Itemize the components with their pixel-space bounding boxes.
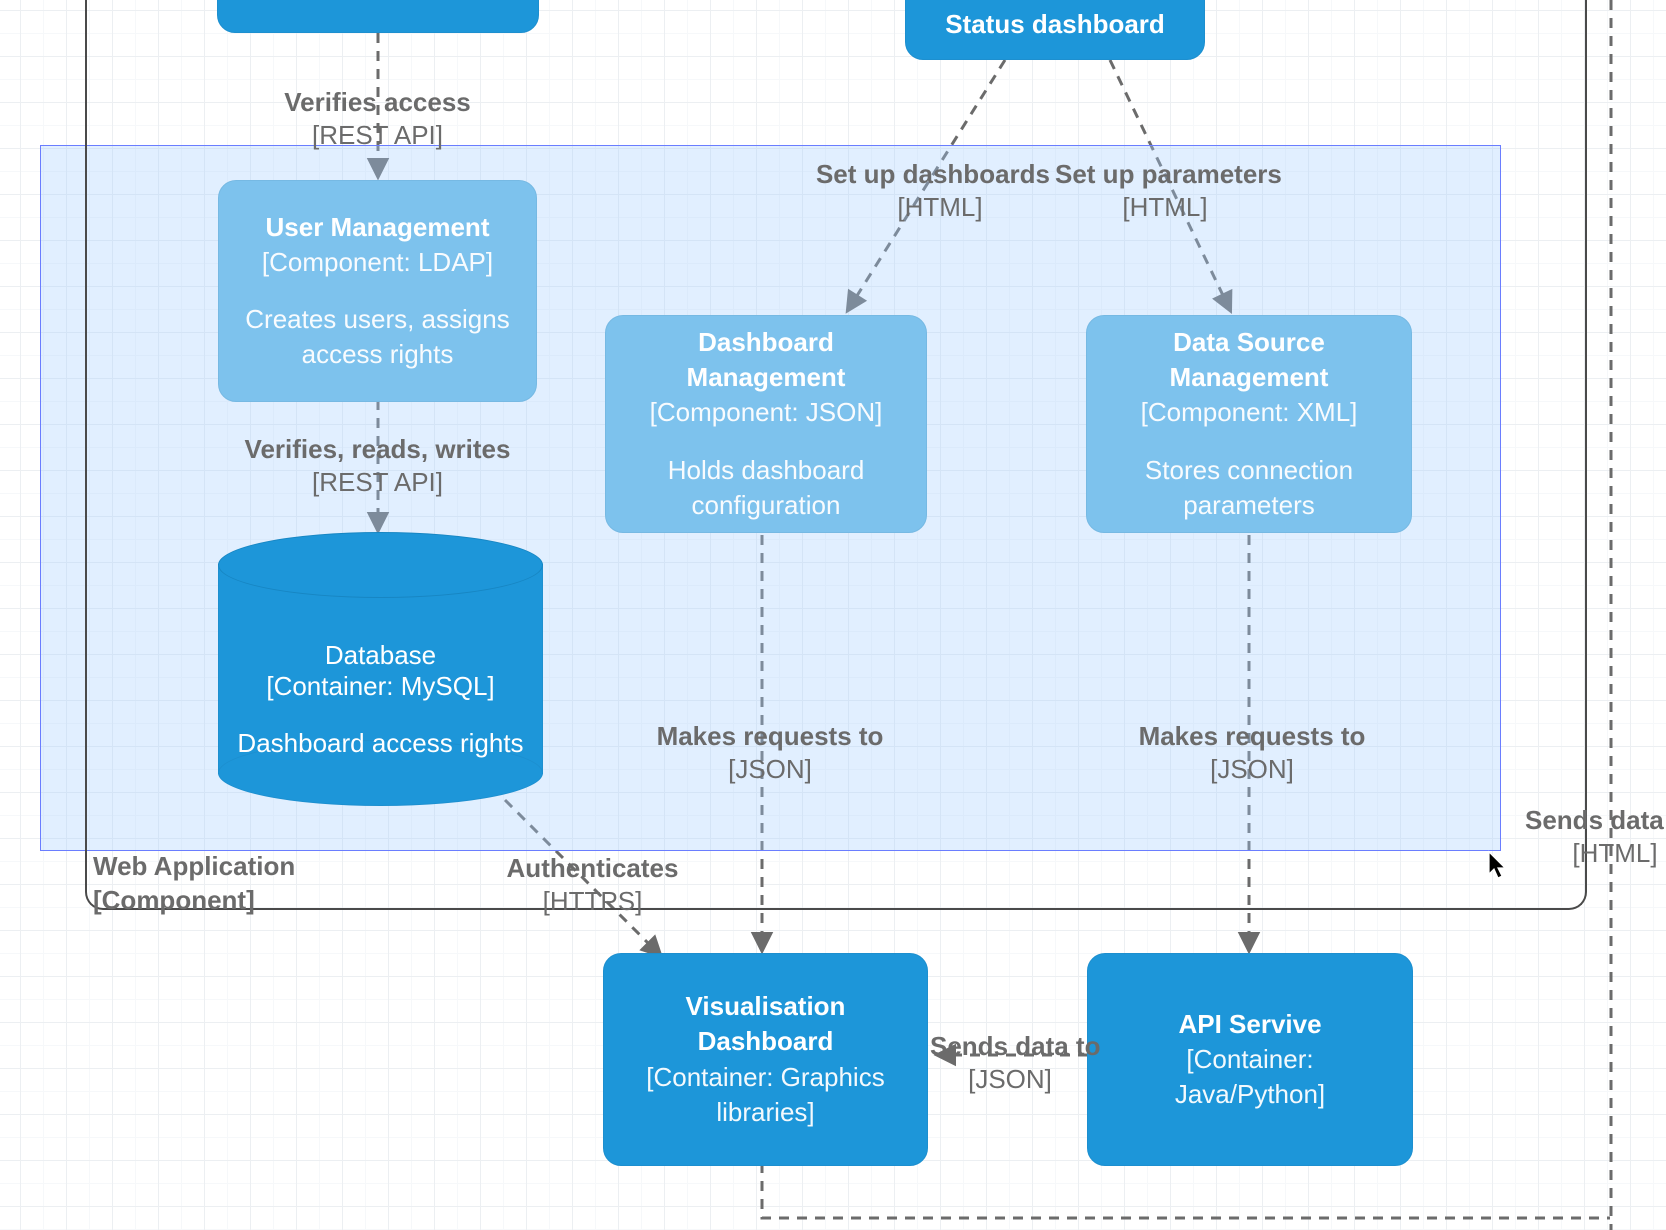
user-mgmt-sub: [Component: LDAP] — [262, 245, 493, 280]
edge-makes-req2-l2: [JSON] — [1112, 753, 1392, 786]
vis-sub2: libraries] — [716, 1095, 814, 1130]
edge-label-makes-req-2: Makes requests to [JSON] — [1112, 720, 1392, 785]
edge-label-sends-data-json: Sends data to [JSON] — [930, 1030, 1090, 1095]
db-sub: [Container: MySQL] — [266, 671, 494, 702]
api-sub: [Container: Java/Python] — [1114, 1042, 1386, 1112]
ds-mgmt-sub: [Component: XML] — [1141, 395, 1358, 430]
edge-verifies-rw-l2: [REST API] — [225, 466, 530, 499]
edge-label-authenticates: Authenticates [HTTPS] — [470, 852, 715, 917]
user-mgmt-title: User Management — [266, 210, 490, 245]
edge-authenticates-l2: [HTTPS] — [470, 885, 715, 918]
node-top-left-box[interactable] — [217, 0, 539, 33]
edge-sends-json-l1: Sends data to — [930, 1030, 1090, 1063]
db-title: Database — [325, 640, 436, 671]
db-desc: Dashboard access rights — [237, 728, 523, 759]
node-database[interactable]: Database [Container: MySQL] Dashboard ac… — [218, 532, 543, 806]
frame-label-line1: Web Application — [93, 850, 295, 884]
node-status-dashboard[interactable]: Status dashboard — [905, 0, 1205, 60]
node-user-management[interactable]: User Management [Component: LDAP] Create… — [218, 180, 537, 402]
edge-verifies-access-l2: [REST API] — [250, 119, 505, 152]
edge-label-sends-data-html: Sends data to [HTML] — [1525, 804, 1666, 869]
node-visualisation-dashboard[interactable]: Visualisation Dashboard [Container: Grap… — [603, 953, 928, 1166]
web-application-frame-label: Web Application [Component] — [93, 850, 295, 918]
edge-label-verifies-access: Verifies access [REST API] — [250, 86, 505, 151]
edge-sends-html-l2: [HTML] — [1525, 837, 1666, 870]
edge-makes-req1-l2: [JSON] — [630, 753, 910, 786]
edge-verifies-rw-l1: Verifies, reads, writes — [225, 433, 530, 466]
edge-makes-req2-l1: Makes requests to — [1112, 720, 1392, 753]
node-dashboard-management[interactable]: Dashboard Management [Component: JSON] H… — [605, 315, 927, 533]
edge-authenticates-l1: Authenticates — [470, 852, 715, 885]
node-data-source-management[interactable]: Data Source Management [Component: XML] … — [1086, 315, 1412, 533]
dash-mgmt-desc1: Holds dashboard — [668, 455, 865, 485]
edge-verifies-access-l1: Verifies access — [250, 86, 505, 119]
user-mgmt-desc1: Creates users, assigns — [245, 304, 509, 334]
vis-title: Visualisation Dashboard — [630, 989, 901, 1059]
node-api-service[interactable]: API Servive [Container: Java/Python] — [1087, 953, 1413, 1166]
edge-sends-html-l1: Sends data to — [1525, 804, 1666, 837]
dash-mgmt-desc2: configuration — [692, 490, 841, 520]
dash-mgmt-title: Dashboard Management — [632, 325, 900, 395]
dash-mgmt-sub: [Component: JSON] — [650, 395, 883, 430]
edge-label-setup-dashboards: Set up dashboards [HTML] — [770, 158, 1050, 223]
api-title: API Servive — [1178, 1007, 1321, 1042]
ds-mgmt-desc2: parameters — [1183, 490, 1315, 520]
edge-label-setup-parameters: Set up parameters [HTML] — [1055, 158, 1335, 223]
edge-setup-dashboards-l2: [HTML] — [770, 191, 1050, 224]
ds-mgmt-title: Data Source Management — [1113, 325, 1385, 395]
edge-setup-parameters-l2: [HTML] — [1055, 191, 1335, 224]
node-status-dashboard-title: Status dashboard — [945, 7, 1165, 42]
edge-label-verifies-rw: Verifies, reads, writes [REST API] — [225, 433, 530, 498]
ds-mgmt-desc: Stores connection parameters — [1145, 453, 1353, 523]
vis-sub1: [Container: Graphics — [646, 1060, 884, 1095]
edge-setup-dashboards-l1: Set up dashboards — [770, 158, 1050, 191]
dash-mgmt-desc: Holds dashboard configuration — [668, 453, 865, 523]
user-mgmt-desc: Creates users, assigns access rights — [245, 302, 509, 372]
edge-makes-req1-l1: Makes requests to — [630, 720, 910, 753]
frame-label-line2: [Component] — [93, 884, 295, 918]
user-mgmt-desc2: access rights — [302, 339, 454, 369]
ds-mgmt-desc1: Stores connection — [1145, 455, 1353, 485]
edge-label-makes-req-1: Makes requests to [JSON] — [630, 720, 910, 785]
edge-setup-parameters-l1: Set up parameters — [1055, 158, 1335, 191]
edge-sends-json-l2: [JSON] — [930, 1063, 1090, 1096]
